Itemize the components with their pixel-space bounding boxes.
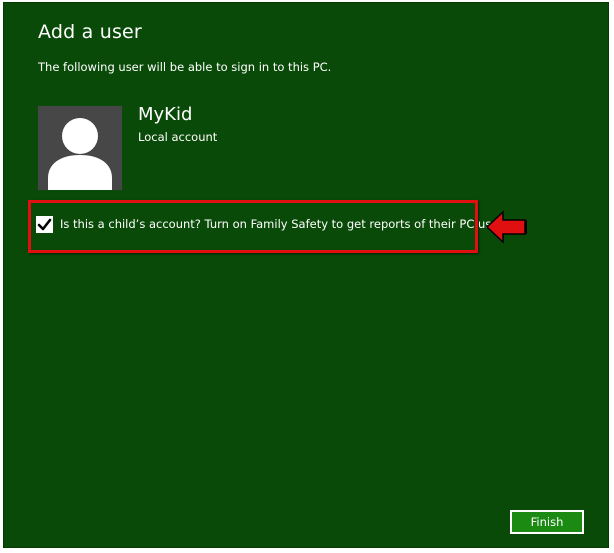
family-safety-checkbox[interactable] xyxy=(36,216,53,233)
finish-button[interactable]: Finish xyxy=(510,510,584,534)
account-type-label: Local account xyxy=(138,130,218,144)
user-name: MyKid xyxy=(138,104,193,125)
red-arrow-left-icon xyxy=(485,210,529,248)
checkmark-icon xyxy=(37,218,52,231)
family-safety-label[interactable]: Is this a child’s account? Turn on Famil… xyxy=(60,217,502,231)
page-title: Add a user xyxy=(38,21,142,43)
page-subtitle: The following user will be able to sign … xyxy=(38,60,332,74)
person-silhouette-icon xyxy=(38,106,122,190)
add-user-dialog: Add a user The following user will be ab… xyxy=(3,2,609,548)
